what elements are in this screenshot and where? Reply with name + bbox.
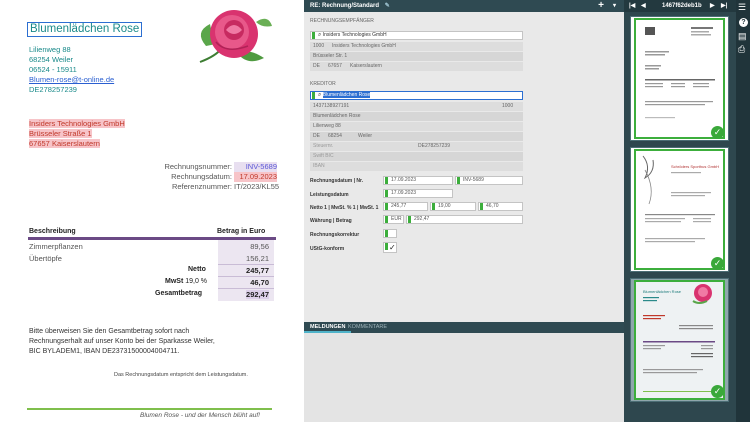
page-thumbnail-3[interactable]: Blumenlädchen Rose ✓ bbox=[630, 278, 729, 402]
recipient-row: 1000 Insiders Technologies GmbH bbox=[310, 42, 523, 51]
service-date-field[interactable]: 17.09.2023 bbox=[383, 189, 453, 198]
recipient-row: Brüsseler Str. 1 bbox=[310, 52, 523, 61]
sender-address: Lilienweg 88 68254 Weiler 06524 - 15911 … bbox=[29, 45, 115, 94]
recipient-row: DE 67657 Kaiserslautern bbox=[310, 62, 523, 71]
tab-messages[interactable]: MELDUNGEN bbox=[304, 322, 352, 333]
invoice-number-field[interactable]: INV-5689 bbox=[455, 176, 523, 185]
invoice-document: Blumenlädchen Rose Lilienweg 88 68254 We… bbox=[0, 0, 304, 422]
invoice-date-field[interactable]: 17.09.2023 bbox=[383, 176, 453, 185]
edit-icon[interactable]: ✎ bbox=[385, 3, 390, 9]
total-value: 292,47 bbox=[246, 290, 269, 299]
thumbnail-toolbar: |◀ ◀ 1467f62deb1b ▶ ▶| bbox=[624, 0, 736, 12]
invoice-meta-labels: Rechnungsnummer: Rechnungsdatum: Referen… bbox=[164, 162, 232, 191]
recipient-address: Insiders Technologies GmbH Brüsseler Str… bbox=[29, 119, 125, 148]
page-thumbnail-2[interactable]: Schröders Sporthus GmbH ✓ bbox=[630, 147, 729, 272]
next-page-button[interactable]: ▶ bbox=[710, 0, 715, 12]
document-id: 1467f62deb1b bbox=[662, 3, 702, 9]
section-recipient: RECHNUNGSEMPFÄNGER bbox=[310, 18, 374, 24]
footer-slogan: Blumen Rose - und der Mensch blüht auf! bbox=[140, 412, 260, 419]
menu-icon[interactable]: ☰ bbox=[738, 2, 746, 13]
checked-icon: ✓ bbox=[711, 257, 724, 270]
table-head-description: Beschreibung bbox=[29, 228, 76, 235]
creditor-row: DE 68254 Weiler bbox=[310, 132, 523, 141]
document-preview-icon: Schröders Sporthus GmbH bbox=[634, 149, 725, 270]
creditor-search-input[interactable]: ⌕ Blumenlädchen Rose bbox=[310, 91, 523, 100]
creditor-row: Lilienweg 88 bbox=[310, 122, 523, 131]
date-note: Das Rechnungsdatum entspricht dem Leistu… bbox=[114, 372, 248, 378]
right-toolbar: ☰ ? ▤ ⎙ bbox=[736, 0, 750, 422]
creditor-row: Swift BIC bbox=[310, 152, 523, 161]
rose-logo-icon bbox=[199, 10, 272, 63]
messages-area bbox=[304, 322, 624, 422]
creditor-row: Steuernr. DE278257239 bbox=[310, 142, 523, 151]
payment-instructions: Bitte überweisen Sie den Gesamtbetrag so… bbox=[29, 328, 215, 355]
netto-label: Netto bbox=[188, 266, 206, 273]
recipient-search-input[interactable]: ⌕ Insiders Technologies GmbH bbox=[310, 31, 523, 40]
table-amounts: 89,56 156,21 bbox=[246, 242, 269, 263]
ustg-checkbox[interactable]: ✓ bbox=[383, 242, 397, 253]
mwst-amount-field[interactable]: 46,70 bbox=[478, 202, 523, 211]
print-icon[interactable]: ⎙ bbox=[738, 44, 745, 55]
correction-label: Rechnungskorrektur bbox=[310, 232, 360, 238]
checked-icon: ✓ bbox=[711, 385, 724, 398]
netto-mwst-label: Netto 1 | MwSt. % 1 | MwSt. 1 bbox=[310, 205, 379, 211]
service-date-label: Leistungsdatum bbox=[310, 192, 349, 198]
document-preview-icon bbox=[634, 18, 725, 139]
last-page-button[interactable]: ▶| bbox=[721, 0, 727, 12]
correction-checkbox[interactable] bbox=[383, 229, 397, 238]
mwst-label: MwSt 19,0 % bbox=[165, 278, 208, 285]
sender-email: Blumen-rose@t-online.de bbox=[29, 75, 115, 84]
messages-tabs: MELDUNGEN KOMMENTARE bbox=[304, 322, 624, 333]
creditor-row: IBAN bbox=[310, 162, 523, 171]
invoice-number: INV-5689 bbox=[234, 162, 277, 172]
mwst-value: 46,70 bbox=[250, 278, 269, 287]
chevron-down-icon[interactable]: ▾ bbox=[613, 0, 616, 12]
netto-value: 245,77 bbox=[246, 266, 269, 275]
invoice-date-label: Rechnungsdatum | Nr. bbox=[310, 178, 364, 184]
creditor-row: 1437138927191 1000 bbox=[310, 102, 523, 111]
panel-header: RE: Rechnung/Standard ✎ + ▾ bbox=[304, 0, 624, 12]
tab-comments[interactable]: KOMMENTARE bbox=[348, 322, 387, 333]
reference-number: IT/2023/KL55 bbox=[234, 182, 280, 191]
add-button[interactable]: + bbox=[598, 0, 604, 12]
table-descriptions: Zimmerpflanzen Übertöpfe bbox=[29, 242, 83, 263]
invoice-meta-values: INV-5689 17.09.2023 IT/2023/KL55 bbox=[234, 162, 280, 192]
currency-amount-label: Währung | Betrag bbox=[310, 218, 352, 224]
document-preview-icon: Blumenlädchen Rose bbox=[634, 280, 725, 400]
prev-page-button[interactable]: ◀ bbox=[641, 0, 646, 12]
section-creditor: KREDITOR bbox=[310, 81, 336, 87]
first-page-button[interactable]: |◀ bbox=[629, 0, 635, 12]
total-label: Gesamtbetrag bbox=[155, 290, 203, 297]
svg-text:Schröders Sporthus GmbH: Schröders Sporthus GmbH bbox=[671, 164, 719, 169]
ustg-label: UStG-konform bbox=[310, 246, 345, 252]
netto-field[interactable]: 245,77 bbox=[383, 202, 428, 211]
extraction-panel: RE: Rechnung/Standard ✎ + ▾ RECHNUNGSEMP… bbox=[304, 0, 624, 422]
sender-name: Blumenlädchen Rose bbox=[27, 22, 143, 37]
help-icon[interactable]: ? bbox=[739, 18, 748, 27]
amount-field[interactable]: 292,47 bbox=[406, 215, 523, 224]
currency-field[interactable]: EUR bbox=[383, 215, 404, 224]
mwst-rate-field[interactable]: 19,00 bbox=[430, 202, 476, 211]
document-icon[interactable]: ▤ bbox=[738, 31, 747, 42]
checked-icon: ✓ bbox=[711, 126, 724, 139]
page-thumbnail-1[interactable]: ✓ bbox=[630, 16, 729, 141]
panel-title: RE: Rechnung/Standard bbox=[310, 3, 380, 9]
footer-rule bbox=[27, 408, 272, 410]
svg-text:Blumenlädchen Rose: Blumenlädchen Rose bbox=[643, 289, 682, 294]
invoice-date: 17.09.2023 bbox=[234, 172, 277, 182]
thumbnail-panel: |◀ ◀ 1467f62deb1b ▶ ▶| ✓ Schröders Sport… bbox=[624, 0, 736, 422]
table-head-amount: Betrag in Euro bbox=[217, 228, 266, 235]
creditor-row: Blumenlädchen Rose bbox=[310, 112, 523, 121]
